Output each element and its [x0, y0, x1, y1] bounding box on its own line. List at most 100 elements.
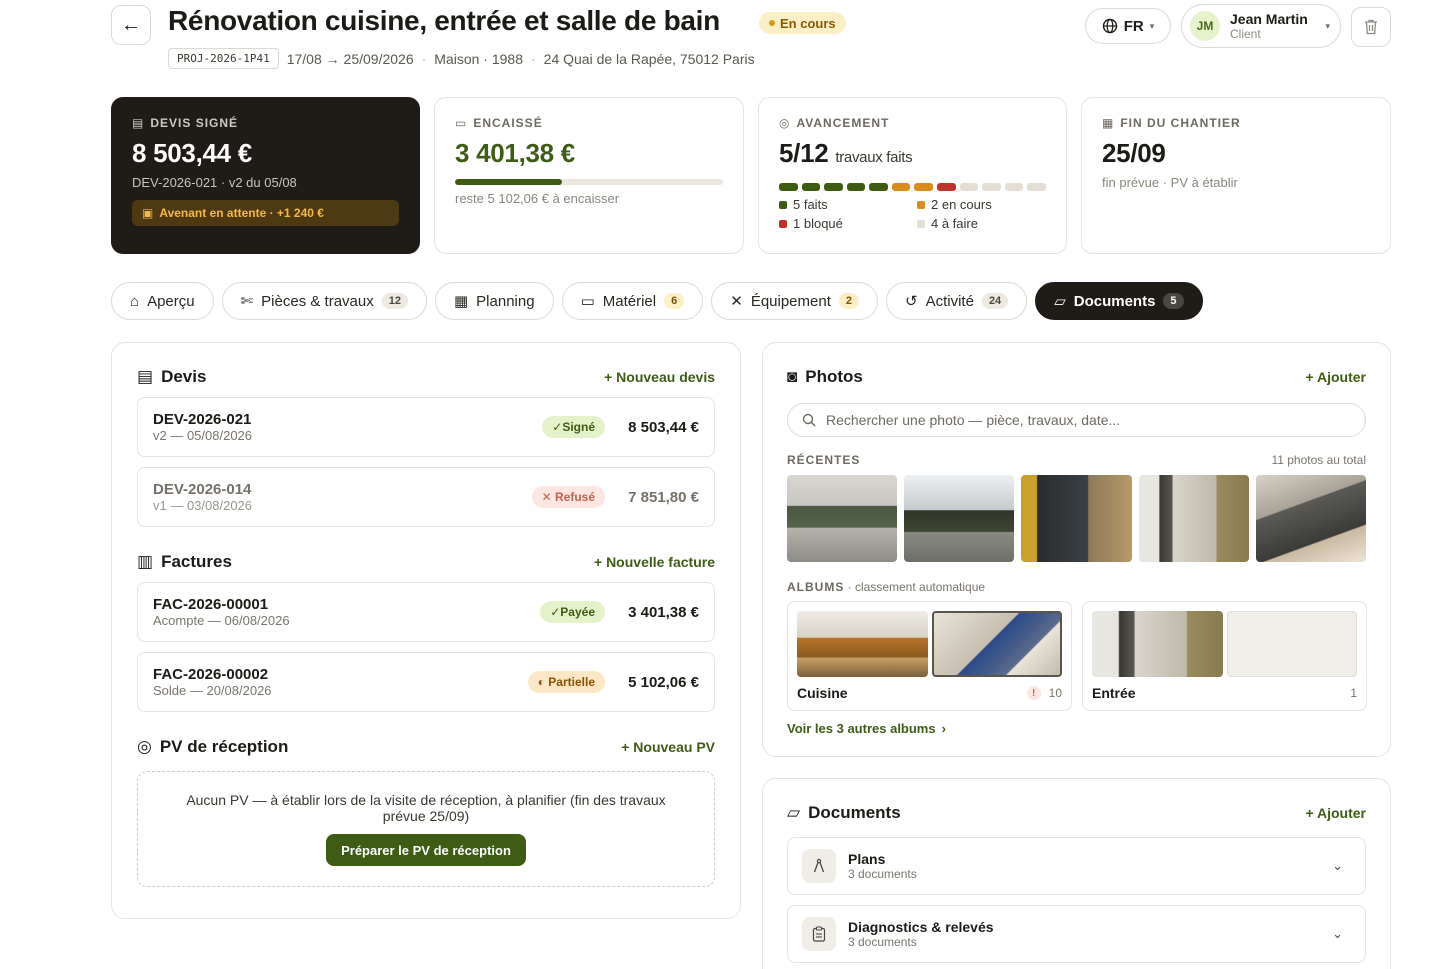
factures-title: Factures [161, 552, 232, 571]
add-photo-button[interactable]: + Ajouter [1305, 369, 1366, 385]
tab-equipement[interactable]: ✕ Équipement 2 [711, 282, 878, 320]
delete-button[interactable] [1351, 7, 1391, 47]
pv-empty-text: Aucun PV — à établir lors de la visite d… [186, 792, 666, 824]
tab-count: 24 [981, 293, 1009, 309]
album-card[interactable]: Entrée 1 [1082, 601, 1367, 711]
tab-count: 2 [838, 293, 859, 309]
history-icon: ↺ [905, 293, 918, 310]
folder-row-diagnostics[interactable]: Diagnostics & relevés 3 documents ⌄ [787, 905, 1366, 963]
search-icon [802, 413, 816, 427]
wrench-icon: ✕ [730, 293, 743, 310]
legend-swatch [917, 219, 925, 228]
payment-progress-fill [455, 179, 563, 185]
project-dates: 17/08 → 25/09/2026 [286, 50, 414, 67]
user-menu[interactable]: JM Jean Martin Client ▾ [1181, 4, 1341, 48]
kpi-fin-sub: fin prévue · PV à établir [1102, 175, 1238, 190]
progress-segment-todo [982, 183, 1001, 191]
legend-swatch [917, 200, 925, 209]
tab-count: 12 [381, 293, 408, 309]
kpi-devis-sub: DEV-2026-021 · v2 du 05/08 [132, 175, 297, 190]
kpi-encaisse-value: 3 401,38 € [455, 138, 575, 168]
photo-thumbnail[interactable] [904, 475, 1015, 562]
photo-thumbnail[interactable] [1138, 475, 1249, 562]
folder-count: 3 documents [848, 866, 917, 881]
tab-activite[interactable]: ↺ Activité 24 [886, 282, 1028, 320]
album-thumbnail [1092, 611, 1223, 677]
legend-item: 5 faits [779, 197, 917, 212]
album-card[interactable]: Cuisine! 10 [787, 601, 1072, 711]
folder-count: 3 documents [848, 934, 917, 949]
calendar-icon: ▦ [1102, 116, 1115, 130]
devis-title: Devis [161, 367, 207, 386]
album-name: Entrée [1092, 685, 1136, 701]
photos-title: Photos [805, 367, 863, 386]
document-icon: ▤ [132, 116, 145, 130]
photo-search[interactable] [787, 403, 1366, 437]
kpi-fin-card: ▦ FIN DU CHANTIER 25/09 fin prévue · PV à… [1081, 97, 1391, 254]
photo-thumbnail[interactable] [787, 475, 898, 562]
documents-panel: ▱ Documents + Ajouter Plans 3 documents ⌄ D… [762, 778, 1391, 969]
avenant-alert[interactable]: ▣ Avenant en attente · +1 240 € [132, 200, 399, 226]
photo-thumbnail[interactable] [1255, 475, 1367, 562]
tab-count: 6 [664, 293, 685, 309]
facture-row[interactable]: FAC-2026-00002 Solde — 20/08/2026 ◐ Parti… [137, 652, 715, 712]
meta-separator: · [531, 50, 536, 67]
prepare-pv-button[interactable]: Préparer le PV de réception [326, 834, 526, 866]
new-facture-button[interactable]: + Nouvelle facture [594, 554, 715, 570]
progress-segment-done [824, 183, 843, 191]
legend-label: 5 faits [793, 197, 828, 212]
kpi-avancement-value: 5/12 [779, 138, 829, 168]
paid-badge: ✓Payée [540, 601, 605, 623]
documents-title: Documents [808, 803, 901, 822]
folder-name: Plans [848, 850, 886, 867]
kpi-encaisse-sub: reste 5 102,06 € à encaisser [455, 191, 620, 206]
calendar-clock-icon: ▣ [142, 206, 154, 220]
kpi-avancement-unit: travaux faits [835, 149, 913, 166]
legend-item: 1 bloqué [779, 216, 917, 231]
kpi-avancement-card: ◎ AVANCEMENT 5/12 travaux faits 5 faits 2 … [758, 97, 1067, 254]
facture-row[interactable]: FAC-2026-00001 Acompte — 06/08/2026 ✓Payé… [137, 582, 715, 642]
photo-thumbnail[interactable] [1021, 475, 1132, 562]
new-pv-button[interactable]: + Nouveau PV [621, 739, 715, 755]
camera-icon: ◙ [787, 367, 798, 386]
legend-label: 4 à faire [931, 216, 978, 231]
tab-pieces-travaux[interactable]: ✄ Pièces & travaux 12 [221, 282, 427, 320]
folder-row-plans[interactable]: Plans 3 documents ⌄ [787, 837, 1366, 895]
more-albums-link[interactable]: Voir les 3 autres albums › [787, 721, 1366, 736]
recent-photos [787, 475, 1367, 562]
albums-sub: · classement automatique [847, 580, 986, 594]
chevron-down-icon: ⌄ [1332, 926, 1343, 941]
tab-count: 5 [1163, 293, 1184, 309]
progress-segment-todo [1027, 183, 1046, 191]
check-circle-icon: ◎ [779, 116, 791, 130]
avatar: JM [1190, 11, 1220, 41]
back-button[interactable]: ← [111, 5, 151, 45]
legend-item: 4 à faire [917, 216, 1046, 231]
project-house: Maison · 1988 [434, 50, 523, 67]
check-circle-icon: ◎ [137, 737, 152, 756]
tab-apercu[interactable]: ⌂ Aperçu [111, 282, 214, 320]
add-document-button[interactable]: + Ajouter [1305, 805, 1366, 821]
legend-swatch [779, 200, 787, 209]
tab-materiel[interactable]: ▭ Matériel 6 [561, 282, 704, 320]
devis-row[interactable]: DEV-2026-021 v2 — 05/08/2026 ✓Signé 8 503,… [137, 397, 715, 457]
progress-segment-done [869, 183, 888, 191]
tab-documents[interactable]: ▱ Documents 5 [1035, 282, 1203, 320]
receipt-icon: ▥ [137, 552, 154, 571]
progress-segment-progress [891, 183, 911, 191]
new-devis-button[interactable]: + Nouveau devis [604, 369, 715, 385]
progress-segment-todo [1004, 183, 1024, 191]
tab-planning[interactable]: ▦ Planning [434, 282, 554, 320]
photo-search-input[interactable] [826, 412, 1351, 428]
user-role: Client [1230, 26, 1261, 41]
language-selector[interactable]: FR ▾ [1085, 8, 1171, 44]
recent-label: RÉCENTES [787, 453, 861, 467]
albums-label: ALBUMS [787, 580, 845, 594]
clipboard-icon [802, 917, 836, 951]
kpi-encaisse-card: ▭ ENCAISSÉ 3 401,38 € reste 5 102,06 € à … [434, 97, 744, 254]
devis-row[interactable]: DEV-2026-014 v1 — 03/08/2026 ✕ Refusé 7 85… [137, 467, 715, 527]
progress-segment-progress [914, 183, 934, 191]
page-title: Rénovation cuisine, entrée et salle de b… [168, 5, 720, 36]
compass-icon [802, 849, 836, 883]
project-code: PROJ-2026-1P41 [168, 48, 279, 69]
